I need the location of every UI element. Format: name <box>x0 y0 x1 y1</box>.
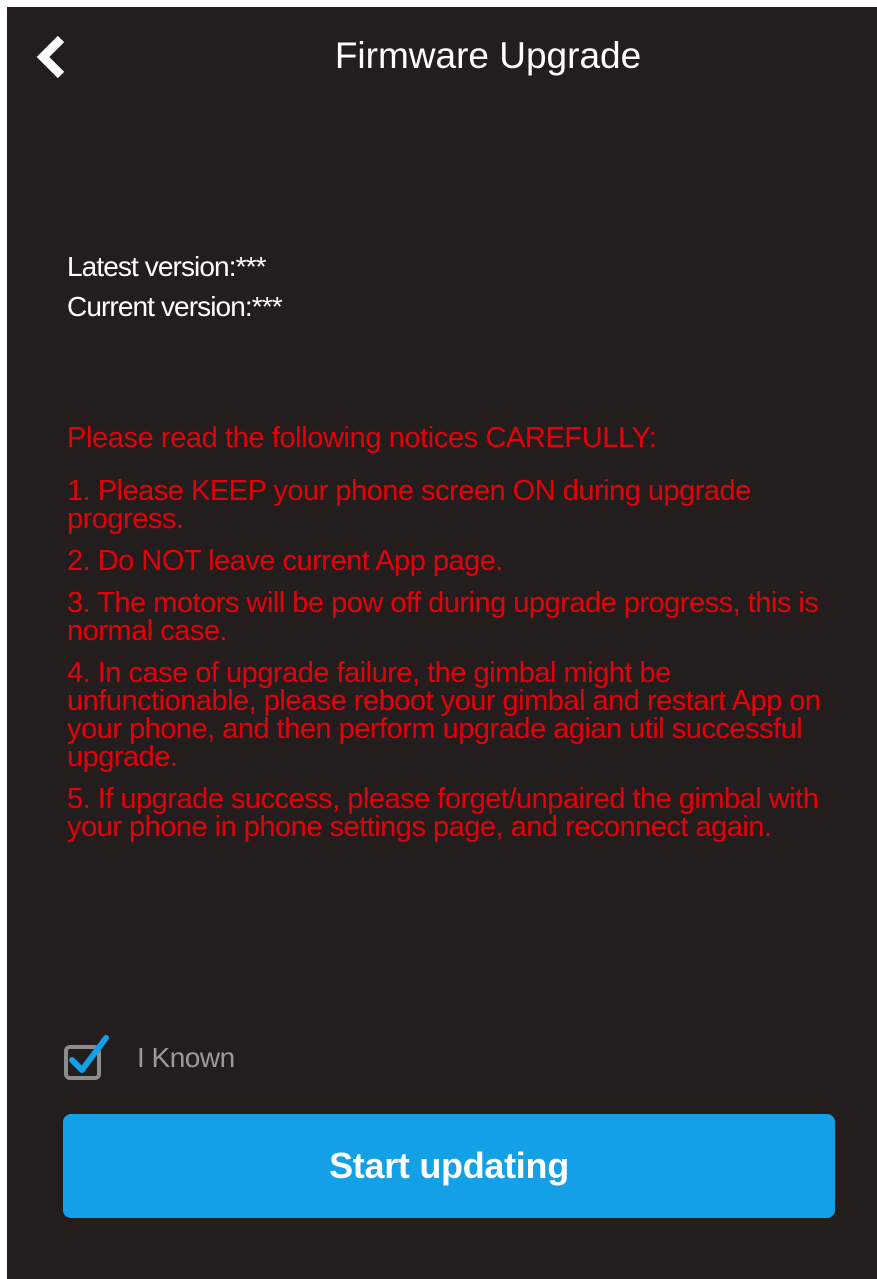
start-updating-button[interactable]: Start updating <box>63 1114 835 1218</box>
notice-item: 4. In case of upgrade failure, the gimba… <box>67 657 821 773</box>
version-info: Latest version:*** Current version:*** <box>67 247 283 327</box>
checkbox-checked-icon <box>64 1035 109 1080</box>
acknowledge-label: I Known <box>137 1042 235 1073</box>
notice-item: 3. The motors will be pow off during upg… <box>67 587 819 647</box>
upgrade-notices: Please read the following notices CAREFU… <box>67 421 867 855</box>
latest-version-text: Latest version:*** <box>67 251 266 282</box>
firmware-upgrade-screen: Firmware Upgrade Latest version:*** Curr… <box>7 7 877 1279</box>
acknowledge-checkbox-row[interactable]: I Known <box>63 1033 235 1083</box>
notice-item: 2. Do NOT leave current App page. <box>67 545 503 577</box>
notice-item: 5. If upgrade success, please forget/unp… <box>67 783 819 843</box>
current-version-text: Current version:*** <box>67 291 283 322</box>
notice-heading: Please read the following notices CAREFU… <box>67 422 657 454</box>
acknowledge-checkbox[interactable] <box>63 1033 123 1083</box>
page-title: Firmware Upgrade <box>334 35 642 76</box>
notice-item: 1. Please KEEP your phone screen ON duri… <box>67 475 751 535</box>
header-bar: Firmware Upgrade <box>7 7 877 107</box>
